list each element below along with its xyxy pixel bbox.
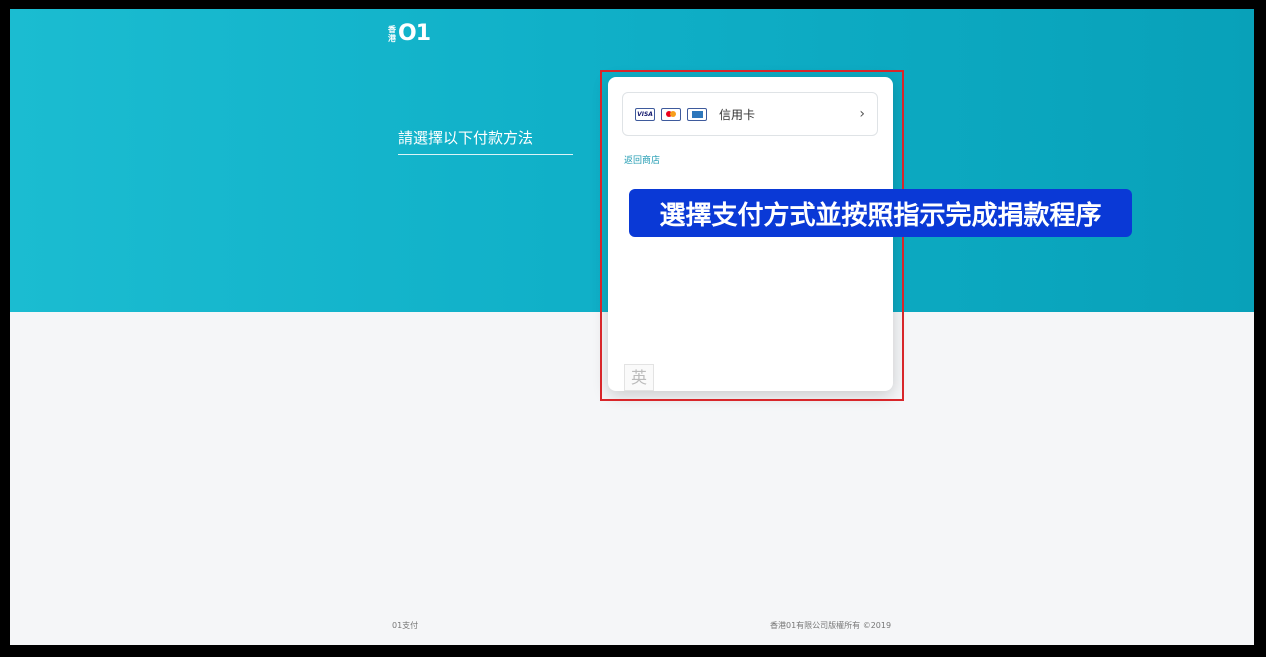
credit-card-label: 信用卡 bbox=[719, 107, 756, 122]
amex-icon bbox=[687, 107, 707, 121]
footer-copyright: 香港01有限公司版權所有 ©2019 bbox=[770, 621, 892, 630]
visa-icon: VISA bbox=[635, 107, 655, 121]
logo-chinese-text: 香 港 bbox=[388, 24, 396, 43]
chevron-right-icon: › bbox=[859, 106, 865, 122]
mastercard-icon bbox=[661, 107, 681, 121]
payment-method-heading: 請選擇以下付款方法 bbox=[398, 127, 573, 155]
credit-card-option[interactable]: VISA 信用卡 › bbox=[622, 92, 878, 136]
instruction-overlay: 選擇支付方式並按照指示完成捐款程序 bbox=[629, 189, 1132, 237]
back-to-shop-link[interactable]: 返回商店 bbox=[624, 153, 660, 166]
language-toggle-button[interactable]: 英 bbox=[624, 364, 654, 391]
footer-brand: 01支付 bbox=[392, 621, 419, 630]
page-frame: 香 港 O1 請選擇以下付款方法 VISA 信用卡 › 返回商店 英 選擇支付方… bbox=[10, 9, 1254, 645]
logo-mark: O1 bbox=[398, 21, 431, 46]
hk01-logo[interactable]: 香 港 O1 bbox=[388, 21, 431, 46]
